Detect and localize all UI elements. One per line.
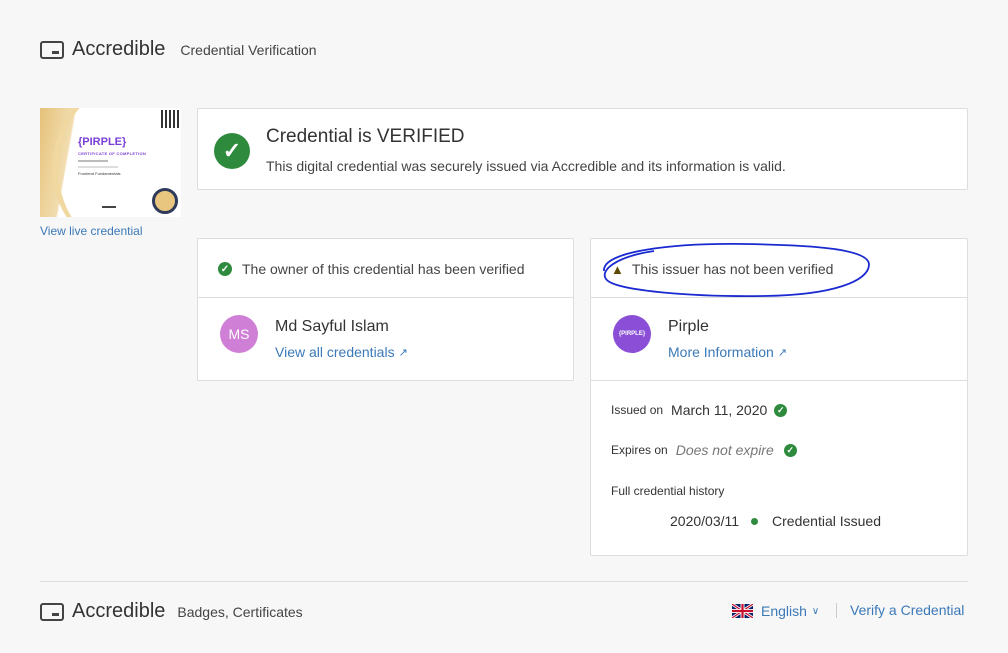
annotation-ellipse: [603, 243, 870, 298]
timeline-dot-icon: [751, 517, 759, 525]
certificate-logo: {PIRPLE}: [78, 136, 127, 148]
issued-on-label: Issued on: [611, 403, 664, 417]
language-selector[interactable]: English ∨: [732, 603, 819, 619]
history-entry: 2020/03/11 Credential Issued: [670, 513, 881, 529]
view-live-credential-link[interactable]: View live credential: [40, 224, 143, 238]
header-brand[interactable]: Accredible Credential Verification: [40, 38, 317, 61]
external-link-icon: ↗: [398, 346, 408, 359]
certificate-thumbnail[interactable]: {PIRPLE} CERTIFICATE OF COMPLETION Front…: [40, 108, 181, 217]
footer-brand[interactable]: Accredible Badges, Certificates: [40, 600, 303, 623]
expires-on-label: Expires on: [611, 443, 668, 457]
expires-on-value: Does not expire: [675, 442, 774, 458]
footer-brand-name: Accredible: [72, 600, 166, 622]
expires-on-row: Expires on Does not expire ✓: [611, 442, 797, 458]
footer-separator: [836, 603, 837, 618]
issued-on-value: March 11, 2020: [671, 402, 768, 418]
owner-card: ✓ The owner of this credential has been …: [197, 238, 574, 381]
external-link-icon: ↗: [777, 346, 788, 359]
issuer-card: ▲ This issuer has not been verified {PIR…: [590, 238, 968, 556]
verified-description: This digital credential was securely iss…: [266, 158, 786, 174]
issuer-name: Pirple: [668, 318, 709, 335]
chevron-down-icon: ∨: [811, 605, 820, 617]
check-icon: ✓: [218, 262, 232, 276]
verify-credential-link[interactable]: Verify a Credential: [850, 602, 964, 618]
qr-code-icon: [161, 110, 179, 128]
view-all-credentials-link[interactable]: View all credentials ↗: [275, 344, 408, 360]
owner-name: Md Sayful Islam: [275, 318, 389, 335]
seal-icon: [152, 188, 178, 214]
verified-banner: ✓ Credential is VERIFIED This digital cr…: [197, 108, 968, 190]
certificate-title: CERTIFICATE OF COMPLETION: [78, 151, 147, 156]
language-label: English: [761, 603, 807, 619]
accredible-logo-icon: [40, 40, 64, 59]
brand-name: Accredible: [72, 38, 166, 60]
footer-subtitle: Badges, Certificates: [177, 603, 303, 620]
accredible-logo-icon: [40, 602, 64, 621]
avatar: MS: [220, 315, 258, 353]
owner-status: ✓ The owner of this credential has been …: [218, 261, 525, 277]
more-information-link[interactable]: More Information ↗: [668, 344, 787, 360]
history-label: Full credential history: [611, 484, 725, 498]
history-date: 2020/03/11: [670, 513, 740, 529]
page-subtitle: Credential Verification: [180, 41, 317, 58]
certificate-course: Frontend Fundamentals: [78, 171, 121, 176]
history-event: Credential Issued: [772, 513, 881, 529]
issuer-logo: {PIRPLE}: [613, 315, 651, 353]
footer-divider: [40, 581, 968, 582]
check-icon: ✓: [774, 403, 788, 417]
issued-on-row: Issued on March 11, 2020 ✓: [611, 402, 788, 418]
verified-check-icon: ✓: [214, 133, 250, 169]
verified-title: Credential is VERIFIED: [266, 126, 465, 147]
uk-flag-icon: [732, 604, 753, 618]
check-icon: ✓: [783, 443, 797, 457]
owner-status-text: The owner of this credential has been ve…: [242, 261, 525, 277]
